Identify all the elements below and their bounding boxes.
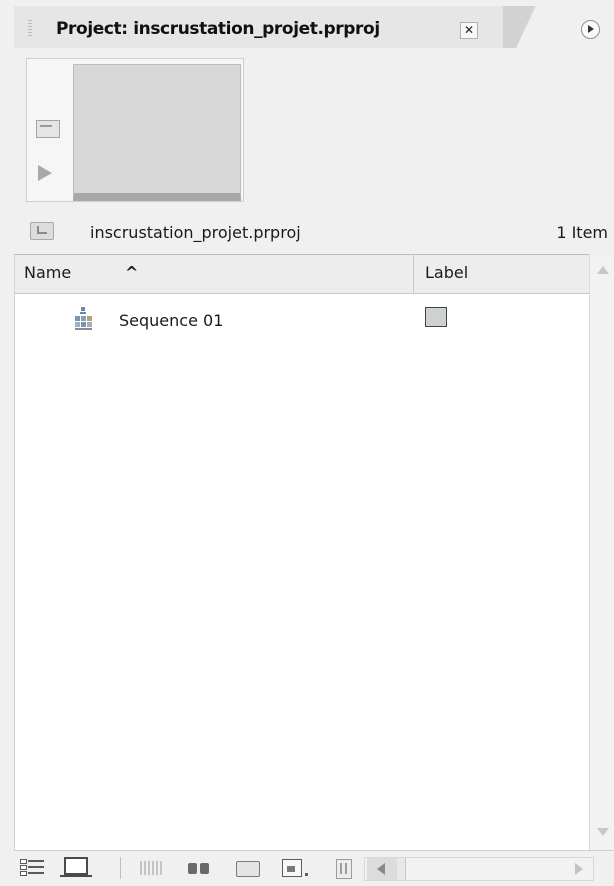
poster-frame-icon[interactable]	[36, 120, 60, 138]
icon-view-icon[interactable]	[60, 857, 92, 877]
new-item-menu-indicator	[305, 873, 308, 876]
column-name-header[interactable]: Name ^	[15, 255, 414, 293]
play-icon[interactable]	[38, 165, 52, 181]
column-label-header[interactable]: Label	[425, 263, 468, 282]
column-header: Name ^ Label	[15, 255, 589, 294]
tab-grip[interactable]	[28, 20, 32, 38]
automate-to-sequence-icon[interactable]	[140, 861, 164, 875]
new-item-icon[interactable]	[282, 859, 302, 877]
tab-edge	[503, 6, 563, 48]
column-name-label: Name	[24, 263, 72, 282]
close-tab-button[interactable]: ✕	[460, 22, 478, 39]
scroll-down-icon[interactable]	[597, 828, 609, 836]
scroll-thumb[interactable]	[397, 858, 406, 880]
preview-thumbnail	[73, 64, 241, 201]
vertical-scrollbar[interactable]	[589, 254, 614, 850]
project-item-list[interactable]: Name ^ Label Sequence 01	[14, 254, 589, 851]
item-name: Sequence 01	[119, 311, 224, 330]
find-icon[interactable]	[186, 859, 212, 877]
up-folder-icon[interactable]	[30, 222, 54, 240]
horizontal-scrollbar[interactable]	[364, 857, 594, 881]
sort-ascending-icon[interactable]: ^	[125, 263, 138, 282]
label-color-swatch[interactable]	[425, 307, 447, 327]
bottom-toolbar	[14, 850, 614, 886]
toolbar-divider	[120, 857, 121, 879]
item-count: 1 Item	[556, 223, 608, 242]
panel-tab-bar: Project: inscrustation_projet.prproj ✕	[0, 0, 614, 52]
panel-menu-icon[interactable]	[581, 20, 600, 39]
scroll-left-icon[interactable]	[367, 858, 398, 880]
tab-title: Project: inscrustation_projet.prproj	[56, 19, 380, 39]
project-name: inscrustation_projet.prproj	[90, 223, 301, 242]
list-view-icon[interactable]	[20, 859, 46, 877]
project-panel-tab[interactable]: Project: inscrustation_projet.prproj ✕	[14, 6, 505, 48]
clear-icon[interactable]	[336, 859, 352, 879]
new-bin-icon[interactable]	[236, 861, 260, 877]
sequence-icon	[75, 307, 92, 330]
list-item[interactable]: Sequence 01	[15, 299, 589, 339]
scroll-up-icon[interactable]	[597, 266, 609, 274]
scroll-right-icon[interactable]	[575, 863, 583, 875]
